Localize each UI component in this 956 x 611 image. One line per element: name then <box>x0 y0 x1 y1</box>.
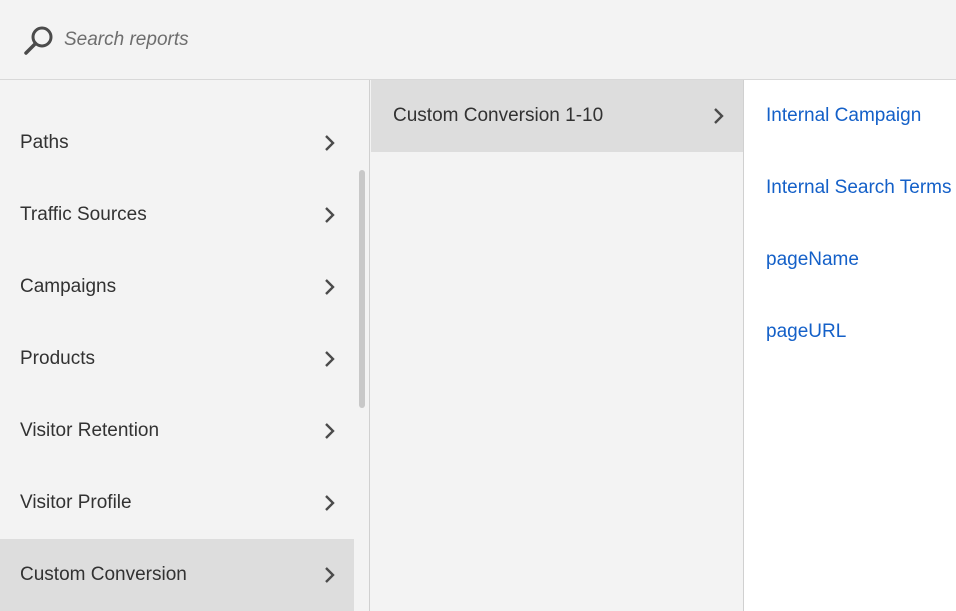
menu-item-paths[interactable]: Paths <box>0 107 354 179</box>
search-bar <box>0 0 956 80</box>
menu-item-custom-conversion-1-10[interactable]: Custom Conversion 1-10 <box>371 80 743 152</box>
chevron-right-icon <box>325 135 335 151</box>
report-subcategory-column: Custom Conversion 1-10 <box>371 80 744 611</box>
menu-item-campaigns[interactable]: Campaigns <box>0 251 354 323</box>
chevron-right-icon <box>714 108 724 124</box>
menu-item-label: Visitor Retention <box>20 420 160 441</box>
menu-item-traffic-sources[interactable]: Traffic Sources <box>0 179 354 251</box>
search-input[interactable] <box>64 22 664 58</box>
report-list-column: Internal Campaign Internal Search Terms … <box>744 80 956 611</box>
report-category-column: Paths Traffic Sources Campaigns Products… <box>0 80 354 611</box>
menu-item-visitor-retention[interactable]: Visitor Retention <box>0 395 354 467</box>
chevron-right-icon <box>325 351 335 367</box>
chevron-right-icon <box>325 279 335 295</box>
scrollbar-thumb[interactable] <box>359 170 365 408</box>
menu-item-products[interactable]: Products <box>0 323 354 395</box>
category-scrollbar[interactable] <box>354 80 370 611</box>
menu-item-custom-conversion[interactable]: Custom Conversion <box>0 539 354 611</box>
menu-item-label: Paths <box>20 132 69 153</box>
chevron-right-icon <box>325 495 335 511</box>
report-link-pageurl[interactable]: pageURL <box>766 321 846 343</box>
menu-item-label: Traffic Sources <box>20 204 147 225</box>
menu-item-label: Custom Conversion 1-10 <box>393 105 604 126</box>
report-link-pagename[interactable]: pageName <box>766 249 859 271</box>
menu-item-label: Campaigns <box>20 276 117 297</box>
menu-item-label: Visitor Profile <box>20 492 132 513</box>
menu-item-label: Custom Conversion <box>20 564 187 585</box>
report-link-internal-search-terms[interactable]: Internal Search Terms <box>766 177 952 199</box>
menu-item-label: Products <box>20 348 95 369</box>
chevron-right-icon <box>325 567 335 583</box>
search-icon <box>24 26 53 55</box>
chevron-right-icon <box>325 207 335 223</box>
report-link-internal-campaign[interactable]: Internal Campaign <box>766 105 921 127</box>
menu-item-visitor-profile[interactable]: Visitor Profile <box>0 467 354 539</box>
chevron-right-icon <box>325 423 335 439</box>
